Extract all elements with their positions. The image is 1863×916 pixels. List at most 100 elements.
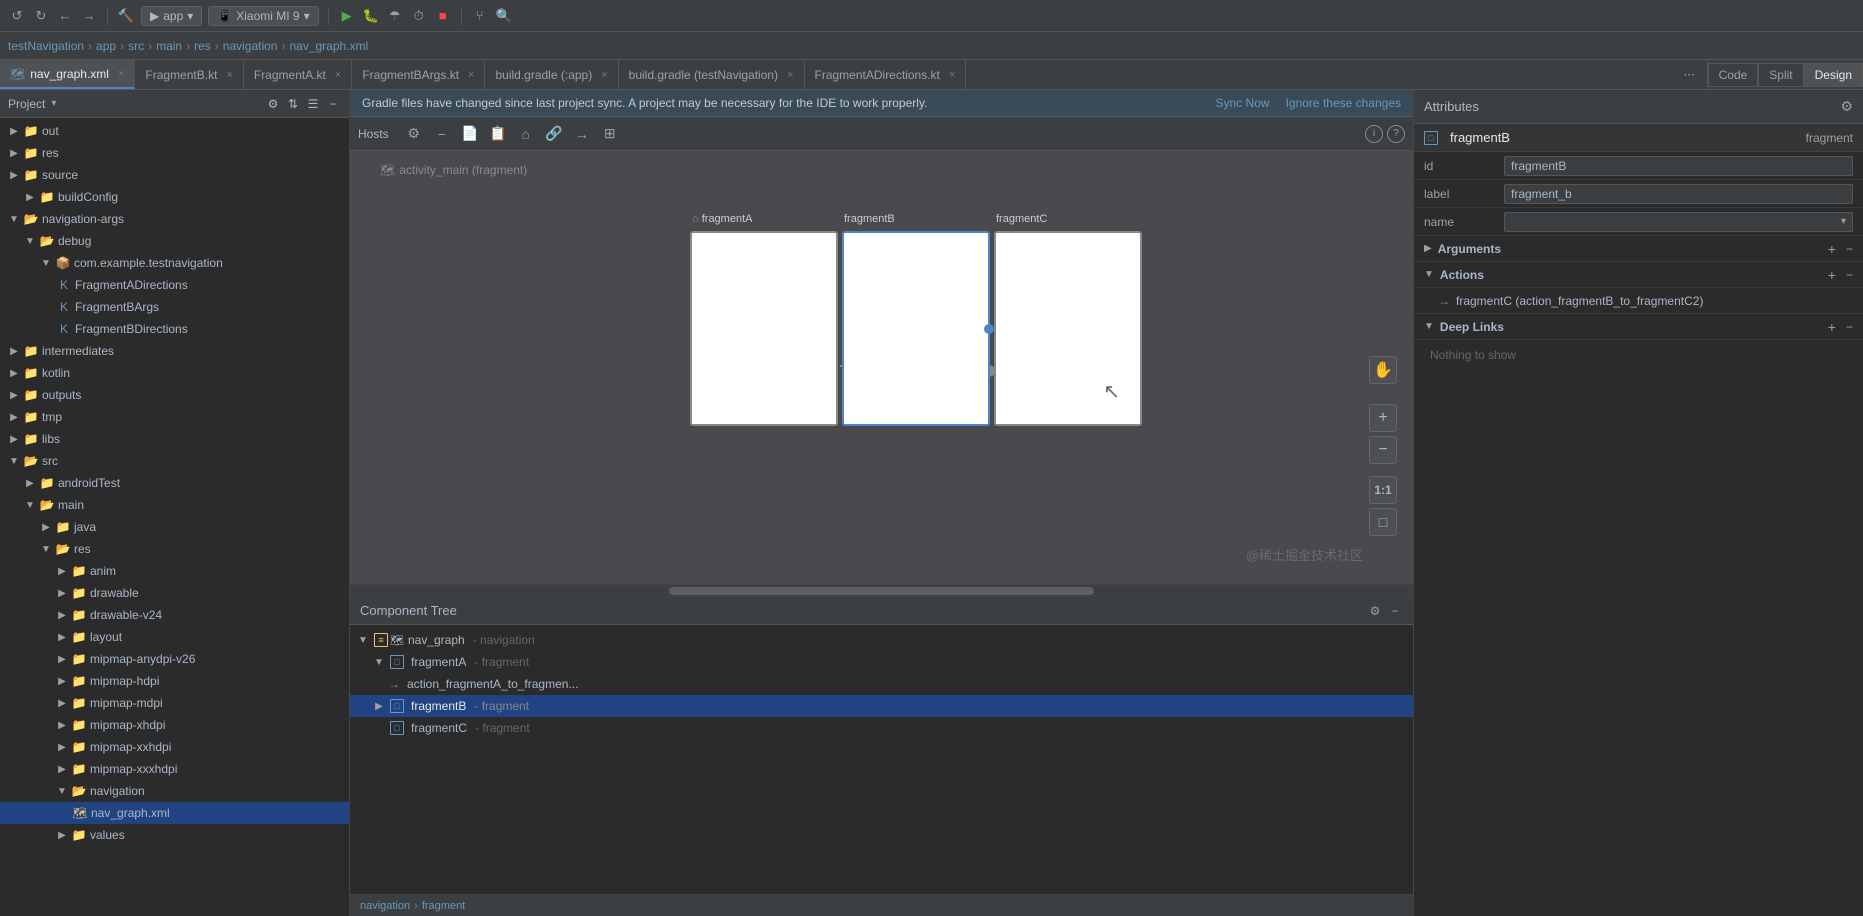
search-icon[interactable]: 🔍 — [495, 7, 513, 25]
fit-screen-button[interactable]: □ — [1369, 508, 1397, 536]
coverage-icon[interactable]: ☂ — [386, 7, 404, 25]
tree-item-outputs[interactable]: ▶ 📁 outputs — [0, 384, 349, 406]
tab-buildgradle-app-close[interactable]: × — [601, 69, 607, 81]
section-actions-plus[interactable]: + — [1828, 267, 1836, 283]
fragment-node-c[interactable]: fragmentC ↖ — [994, 231, 1142, 426]
breadcrumb-item-6[interactable]: nav_graph.xml — [289, 39, 368, 53]
tab-buildgradle-app[interactable]: build.gradle (:app) × — [485, 60, 618, 89]
section-arguments-minus[interactable]: − — [1846, 242, 1853, 256]
tree-item-tmp[interactable]: ▶ 📁 tmp — [0, 406, 349, 428]
tab-fragmentb-close[interactable]: × — [226, 69, 232, 81]
tab-overflow[interactable]: ⋯ — [1684, 68, 1695, 81]
ct-item-navgraph[interactable]: ▼ ≡ 🗺 nav_graph - navigation — [350, 629, 1413, 651]
section-deeplinks[interactable]: ▼ Deep Links + − — [1414, 314, 1863, 340]
attr-value-label[interactable]: fragment_b — [1504, 184, 1853, 204]
attr-value-name[interactable]: ▾ — [1504, 212, 1853, 232]
tree-item-values[interactable]: ▶ 📁 values — [0, 824, 349, 846]
ct-item-fragc[interactable]: ▶ □ fragmentC - fragment — [350, 717, 1413, 739]
sidebar-sort-icon[interactable]: ⇅ — [285, 96, 301, 112]
breadcrumb-item-0[interactable]: testNavigation — [8, 39, 84, 53]
ct-gear-icon[interactable]: ⚙ — [1367, 603, 1383, 619]
info-icon-q[interactable]: ? — [1387, 125, 1405, 143]
tree-item-anim[interactable]: ▶ 📁 anim — [0, 560, 349, 582]
nav-add-destination-icon[interactable]: 📋 — [487, 123, 509, 145]
project-dropdown-icon[interactable]: ▾ — [51, 98, 56, 109]
attr-value-id[interactable]: fragmentB — [1504, 156, 1853, 176]
scrollbar-thumb[interactable] — [669, 587, 1094, 595]
tree-item-layout[interactable]: ▶ 📁 layout — [0, 626, 349, 648]
fragment-node-a[interactable]: ⌂ fragmentA — [690, 231, 838, 426]
action-item-fragc[interactable]: → fragmentC (action_fragmentB_to_fragmen… — [1414, 288, 1863, 314]
tree-item-libs[interactable]: ▶ 📁 libs — [0, 428, 349, 450]
tab-fragmentbargs-close[interactable]: × — [468, 69, 474, 81]
sidebar-gear-icon[interactable]: ⚙ — [265, 96, 281, 112]
tab-fragmenta-close[interactable]: × — [335, 69, 341, 81]
tab-fragmentadirections[interactable]: FragmentADirections.kt × — [805, 60, 967, 89]
fragment-b-conn-dot[interactable] — [984, 324, 994, 334]
debug-icon[interactable]: 🐛 — [362, 7, 380, 25]
tree-item-kotlin[interactable]: ▶ 📁 kotlin — [0, 362, 349, 384]
forward-icon[interactable]: → — [80, 7, 98, 25]
tree-item-mipmap-hdpi[interactable]: ▶ 📁 mipmap-hdpi — [0, 670, 349, 692]
mode-code[interactable]: Code — [1708, 63, 1759, 87]
nav-link-icon[interactable]: 🔗 — [543, 123, 565, 145]
stop-icon[interactable]: ■ — [434, 7, 452, 25]
tab-fragmentadirections-close[interactable]: × — [949, 69, 955, 81]
undo-icon[interactable]: ↺ — [8, 7, 26, 25]
breadcrumb-item-1[interactable]: app — [96, 39, 116, 53]
section-actions[interactable]: ▼ Actions + − — [1414, 262, 1863, 288]
tree-item-mipmap-xxxhdpi[interactable]: ▶ 📁 mipmap-xxxhdpi — [0, 758, 349, 780]
breadcrumb-item-4[interactable]: res — [194, 39, 211, 53]
build-icon[interactable]: 🔨 — [117, 7, 135, 25]
ct-item-fraga[interactable]: ▼ □ fragmentA - fragment — [350, 651, 1413, 673]
tree-item-mipmap-xhdpi[interactable]: ▶ 📁 mipmap-xhdpi — [0, 714, 349, 736]
attr-gear-icon[interactable]: ⚙ — [1840, 98, 1853, 115]
run-icon[interactable]: ▶ — [338, 7, 356, 25]
tree-item-buildconfig[interactable]: ▶ 📁 buildConfig — [0, 186, 349, 208]
tab-buildgradle-nav[interactable]: build.gradle (testNavigation) × — [619, 60, 805, 89]
nav-bottom-item-frag[interactable]: fragment — [422, 900, 465, 912]
tree-item-drawable[interactable]: ▶ 📁 drawable — [0, 582, 349, 604]
zoom-in-button[interactable]: + — [1369, 404, 1397, 432]
tree-item-fragbdirections[interactable]: K FragmentBDirections — [0, 318, 349, 340]
section-actions-minus[interactable]: − — [1846, 268, 1853, 282]
tree-item-mipmap-xxhdpi[interactable]: ▶ 📁 mipmap-xxhdpi — [0, 736, 349, 758]
tab-nav-close[interactable]: × — [118, 68, 124, 80]
ct-item-action-a[interactable]: → action_fragmentA_to_fragmen... — [350, 673, 1413, 695]
canvas-scrollbar[interactable] — [350, 584, 1413, 596]
device-selector[interactable]: 📱 Xiaomi MI 9 ▾ — [208, 6, 318, 26]
zoom-out-button[interactable]: − — [1369, 436, 1397, 464]
tree-item-res[interactable]: ▶ 📁 res — [0, 142, 349, 164]
nav-expand-icon[interactable]: ⊞ — [599, 123, 621, 145]
tree-item-res2[interactable]: ▼ 📂 res — [0, 538, 349, 560]
tree-item-fragbargs[interactable]: K FragmentBArgs — [0, 296, 349, 318]
mode-design[interactable]: Design — [1804, 63, 1863, 87]
tree-item-mipmap-mdpi[interactable]: ▶ 📁 mipmap-mdpi — [0, 692, 349, 714]
ct-minimize-icon[interactable]: − — [1387, 603, 1403, 619]
section-deeplinks-plus[interactable]: + — [1828, 319, 1836, 335]
tree-item-package[interactable]: ▼ 📦 com.example.testnavigation — [0, 252, 349, 274]
fragment-node-b[interactable]: fragmentB — [842, 231, 990, 426]
nav-bottom-item-nav[interactable]: navigation — [360, 900, 410, 912]
nav-arrow-icon[interactable]: → — [571, 123, 593, 145]
info-icon-i[interactable]: i — [1365, 125, 1383, 143]
tab-buildgradle-nav-close[interactable]: × — [787, 69, 793, 81]
sync-now-button[interactable]: Sync Now — [1216, 96, 1270, 110]
redo-icon[interactable]: ↻ — [32, 7, 50, 25]
mode-split[interactable]: Split — [1758, 63, 1803, 87]
nav-minus-icon[interactable]: − — [431, 123, 453, 145]
git-icon[interactable]: ⑂ — [471, 7, 489, 25]
sidebar-minimize-icon[interactable]: − — [325, 96, 341, 112]
nav-add-fragment-icon[interactable]: 📄 — [459, 123, 481, 145]
ct-item-fragb[interactable]: ▶ □ fragmentB - fragment — [350, 695, 1413, 717]
tree-item-src[interactable]: ▼ 📂 src — [0, 450, 349, 472]
app-selector[interactable]: ▶ app ▾ — [141, 6, 202, 26]
tree-item-androidtest[interactable]: ▶ 📁 androidTest — [0, 472, 349, 494]
tree-item-debug[interactable]: ▼ 📂 debug — [0, 230, 349, 252]
tree-item-java[interactable]: ▶ 📁 java — [0, 516, 349, 538]
back-icon[interactable]: ← — [56, 7, 74, 25]
nav-settings-icon[interactable]: ⚙ — [403, 123, 425, 145]
section-arguments-plus[interactable]: + — [1828, 241, 1836, 257]
sidebar-settings-icon[interactable]: ☰ — [305, 96, 321, 112]
tree-item-intermediates[interactable]: ▶ 📁 intermediates — [0, 340, 349, 362]
